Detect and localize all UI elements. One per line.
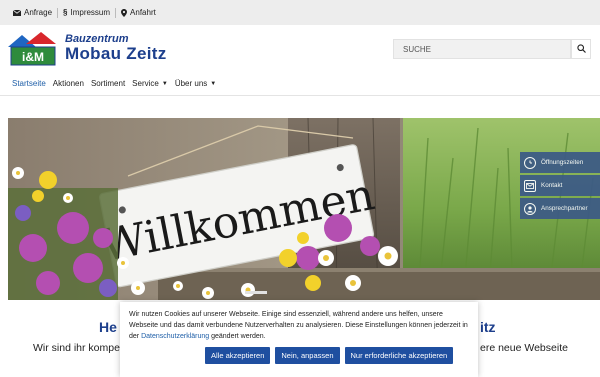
cookie-banner: Wir nutzen Cookies auf unserer Webseite.… (120, 302, 478, 377)
logo[interactable]: i&M Bauzentrum Mobau Zeitz (8, 32, 188, 66)
slider-dot-active[interactable] (245, 291, 267, 294)
envelope-icon (524, 179, 536, 192)
top-bar: Anfrage § Impressum Anfahrt (0, 0, 600, 25)
side-button-ansprechpartner[interactable]: Ansprechpartner (520, 198, 600, 219)
person-icon (524, 202, 536, 215)
search-box (393, 39, 591, 59)
cookie-buttons: Alle akzeptieren Nein, anpassen Nur erfo… (205, 347, 454, 364)
nav-item-service[interactable]: Service ▼ (132, 79, 168, 88)
nav-item-label: Über uns (174, 79, 208, 88)
nav-item-label: Sortiment (90, 79, 126, 88)
topbar-link-anfrage[interactable]: Anfrage (8, 8, 57, 17)
nav-item-ueber-uns[interactable]: Über uns ▼ (175, 79, 216, 88)
accept-essential-button[interactable]: Nur erforderliche akzeptieren (344, 347, 454, 364)
envelope-icon (13, 9, 21, 16)
topbar-link-label: Impressum (70, 8, 111, 17)
nav-item-sortiment[interactable]: Sortiment (91, 79, 125, 88)
nav-item-aktionen[interactable]: Aktionen (53, 79, 84, 88)
brand-name: Mobau Zeitz (65, 44, 167, 63)
search-icon (576, 40, 586, 58)
side-buttons: Öffnungszeiten Kontakt Ansprechpartner (520, 152, 600, 221)
search-input[interactable] (393, 39, 571, 59)
privacy-policy-link[interactable]: Datenschutzerklärung (141, 333, 209, 340)
nav-item-label: Aktionen (52, 79, 84, 88)
cookie-text-end: geändert werden. (209, 333, 266, 340)
cookie-text: Wir nutzen Cookies auf unserer Webseite.… (129, 309, 469, 342)
topbar-link-label: Anfahrt (130, 8, 156, 17)
welcome-headline-right: itz (480, 319, 496, 335)
nav-item-label: Startseite (12, 79, 46, 88)
side-button-label: Kontakt (541, 182, 563, 189)
topbar-link-anfahrt[interactable]: Anfahrt (116, 8, 161, 17)
header: i&M Bauzentrum Mobau Zeitz (0, 25, 600, 72)
welcome-subtext-left: Wir sind ihr kompe (33, 342, 120, 354)
nav-item-label: Service (132, 79, 159, 88)
side-button-label: Ansprechpartner (541, 205, 588, 212)
side-button-oeffnungszeiten[interactable]: Öffnungszeiten (520, 152, 600, 173)
nav-item-startseite[interactable]: Startseite (12, 79, 46, 88)
caret-down-icon: ▼ (161, 80, 168, 87)
house-logo-icon: i&M (8, 32, 56, 66)
welcome-subtext-right: ere neue Webseite (480, 342, 568, 354)
side-button-label: Öffnungszeiten (541, 159, 584, 166)
map-pin-icon (121, 8, 128, 17)
caret-down-icon: ▼ (210, 80, 217, 87)
logo-badge: i&M (22, 50, 44, 64)
welcome-headline-left: He (99, 319, 117, 335)
customize-button[interactable]: Nein, anpassen (275, 347, 340, 364)
search-button[interactable] (571, 39, 591, 59)
topbar-link-impressum[interactable]: § Impressum (58, 8, 115, 17)
main-nav: Startseite Aktionen Sortiment Service ▼ … (0, 72, 600, 96)
topbar-link-label: Anfrage (24, 8, 53, 17)
paragraph-icon: § (63, 8, 68, 17)
side-button-kontakt[interactable]: Kontakt (520, 175, 600, 196)
accept-all-button[interactable]: Alle akzeptieren (205, 347, 271, 364)
clock-icon (524, 156, 536, 169)
hero-image: Willkommen (8, 118, 600, 300)
